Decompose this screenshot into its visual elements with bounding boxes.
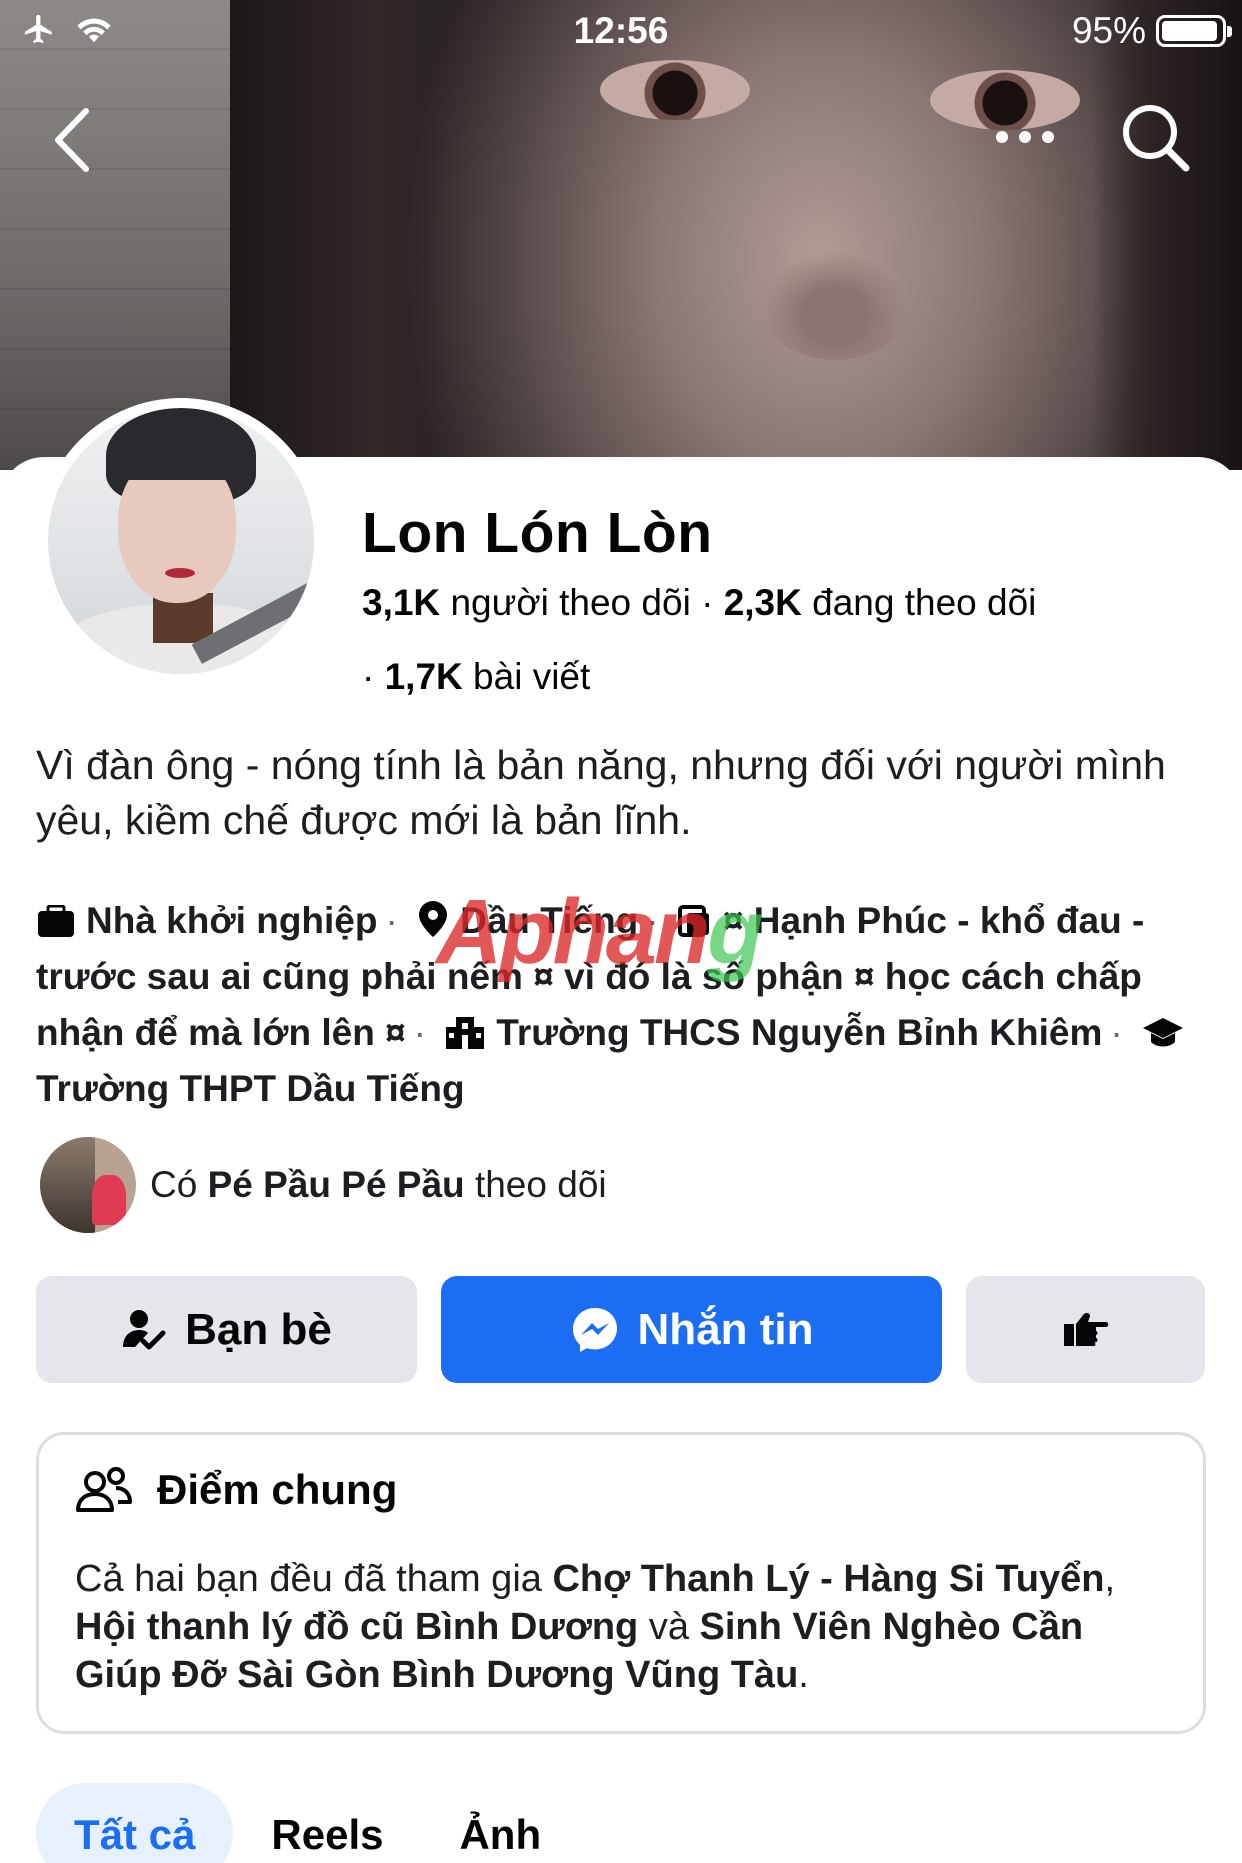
cover-eye-left [600, 60, 750, 120]
profile-name: Lon Lón Lòn [362, 501, 713, 565]
common-comma: , [1104, 1558, 1116, 1600]
detail-school-2[interactable]: Trường THPT Dầu Tiếng [36, 1068, 465, 1109]
common-intro: Cả hai bạn đều đã tham gia [75, 1558, 542, 1600]
followers-label: người theo dõi [450, 582, 691, 623]
posts-stats: · 1,7K bài viết [362, 656, 590, 698]
quote-icon [677, 905, 709, 937]
detail-separator: · [385, 900, 398, 941]
following-count: 2,3K [723, 582, 802, 623]
mutual-avatar [40, 1137, 136, 1233]
status-bar: 12:56 95% [0, 0, 1242, 62]
detail-school-1[interactable]: Trường THCS Nguyễn Bỉnh Khiêm [496, 1012, 1102, 1053]
mutual-prefix: Có [150, 1164, 198, 1205]
message-button[interactable]: Nhắn tin [441, 1276, 942, 1383]
detail-work[interactable]: Nhà khởi nghiệp [86, 900, 377, 941]
cover-hair-right [1092, 0, 1242, 470]
friends-button[interactable]: Bạn bè [36, 1276, 417, 1383]
common-group-1[interactable]: Chợ Thanh Lý - Hàng Si Tuyển [552, 1558, 1104, 1600]
common-card: Điểm chung Cả hai bạn đều đã tham gia Ch… [36, 1432, 1206, 1734]
cover-nose [760, 250, 910, 360]
posts-count: 1,7K [384, 656, 463, 697]
tab-photos[interactable]: Ảnh [421, 1783, 579, 1863]
location-pin-icon [419, 901, 448, 937]
briefcase-icon [38, 904, 74, 937]
mutual-follower[interactable]: Có Pé Pầu Pé Pầu theo dõi [40, 1137, 607, 1233]
battery-icon [1156, 15, 1232, 47]
mutual-text: Có Pé Pầu Pé Pầu theo dõi [150, 1164, 607, 1206]
friends-button-label: Bạn bè [185, 1304, 332, 1354]
following-label: đang theo dõi [812, 582, 1037, 623]
posts-label: bài viết [473, 656, 591, 697]
following-link[interactable]: 2,3K đang theo dõi [724, 582, 1037, 623]
graduation-cap-icon [1142, 1018, 1183, 1047]
cover-hair-left [230, 0, 440, 470]
poke-hand-icon [1063, 1312, 1108, 1346]
profile-avatar[interactable] [38, 398, 324, 684]
friend-check-icon [123, 1309, 166, 1349]
detail-location[interactable]: Dầu Tiếng [460, 900, 638, 941]
avatar-bangs [116, 448, 240, 480]
more-options-icon[interactable] [990, 110, 1060, 160]
search-icon[interactable] [1118, 100, 1192, 174]
battery-fill [1162, 21, 1218, 41]
people-icon [76, 1467, 132, 1512]
profile-details: Nhà khởi nghiệp · Dầu Tiếng · ¤ Hạnh Phúc … [36, 893, 1211, 1117]
mutual-suffix: theo dõi [474, 1164, 607, 1205]
common-text: Cả hai bạn đều đã tham gia Chợ Thanh Lý … [75, 1555, 1175, 1699]
tab-reels[interactable]: Reels [233, 1783, 421, 1863]
common-title: Điểm chung [157, 1466, 398, 1513]
common-and: và [648, 1606, 689, 1648]
follow-stats: 3,1K người theo dõi · 2,3K đang theo dõi [362, 582, 1036, 624]
school-building-icon [446, 1017, 485, 1049]
detail-separator: · [1110, 1012, 1123, 1053]
followers-count: 3,1K [362, 582, 441, 623]
stat-separator: · [362, 656, 385, 697]
tab-all[interactable]: Tất cả [36, 1783, 234, 1863]
detail-separator: · [413, 1012, 426, 1053]
back-icon[interactable] [48, 105, 98, 175]
stat-separator: · [701, 582, 724, 623]
status-time: 12:56 [573, 10, 669, 51]
followers-link[interactable]: 3,1K người theo dõi [362, 582, 691, 623]
messenger-icon [572, 1307, 617, 1352]
common-header: Điểm chung [75, 1465, 397, 1515]
common-end: . [798, 1654, 809, 1696]
profile-tabs: Tất cả Reels Ảnh [36, 1783, 579, 1863]
message-button-label: Nhắn tin [637, 1304, 814, 1354]
common-group-2[interactable]: Hội thanh lý đồ cũ Bình Dương [75, 1606, 638, 1648]
avatar-photo [48, 408, 314, 674]
avatar-lips [165, 568, 195, 578]
status-right: 95% [1071, 10, 1232, 52]
detail-separator: · [646, 900, 659, 941]
battery-percent: 95% [1071, 10, 1146, 51]
poke-button[interactable] [966, 1276, 1205, 1383]
mutual-name[interactable]: Pé Pầu Pé Pầu [208, 1164, 465, 1205]
profile-bio: Vì đàn ông - nóng tính là bản năng, nhưn… [36, 742, 1166, 843]
